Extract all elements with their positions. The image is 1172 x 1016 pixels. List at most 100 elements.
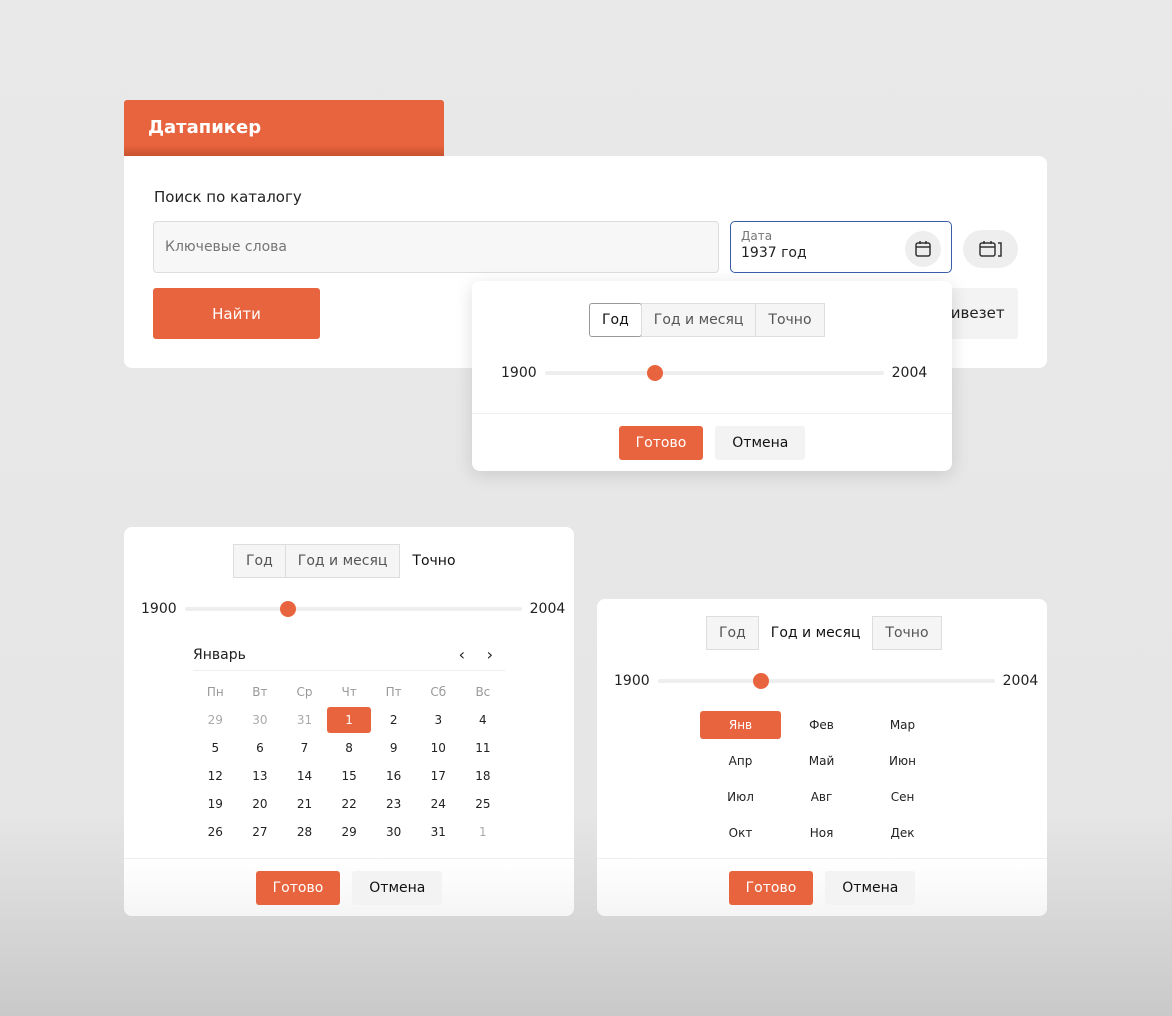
mode-switch: Год Год и месяц Точно [589,303,825,337]
month-option[interactable]: Фев [781,711,862,739]
mode-switch: Год Год и месяц Точно [233,544,469,578]
weekday-label: Пн [206,685,224,699]
mode-tab[interactable]: Год и месяц [284,544,401,578]
mode-tab[interactable]: Точно [872,616,942,650]
calendar-day[interactable]: 4 [461,706,506,734]
mode-tab[interactable]: Точно [755,303,825,337]
calendar-day[interactable]: 29 [193,706,238,734]
month-option[interactable]: Мар [862,711,943,739]
month-option[interactable]: Ноя [781,819,862,847]
month-option[interactable]: Июл [700,783,781,811]
calendar-range-icon[interactable] [963,230,1018,268]
slider-track[interactable] [184,601,522,617]
month-picker: Год Год и месяц Точно 1900 2004 Янв Фев Мар А… [597,599,1047,916]
search-label: Поиск по каталогу [154,188,302,206]
year-picker-popover: Год Год и месяц Точно 1900 2004 Готово Отме… [472,281,952,471]
calendar-day[interactable]: 18 [461,762,506,790]
slider-thumb[interactable] [647,365,664,381]
calendar-day[interactable]: 10 [416,734,461,762]
calendar-day[interactable]: 11 [461,734,506,762]
calendar-day[interactable]: 22 [327,790,372,818]
calendar-day[interactable]: 30 [371,818,416,846]
calendar-day[interactable]: 7 [282,734,327,762]
done-button[interactable]: Готово [618,425,704,460]
month-option[interactable]: Сен [862,783,943,811]
cancel-button[interactable]: Отмена [825,870,916,905]
weekday-label: Пт [385,685,402,699]
month-option[interactable]: Май [781,747,862,775]
calendar-day[interactable]: 15 [327,762,372,790]
calendar-day[interactable]: 20 [238,790,283,818]
slider-track[interactable] [657,673,995,689]
month-option[interactable]: Авг [781,783,862,811]
calendar-day[interactable]: 12 [193,762,238,790]
calendar-day[interactable]: 24 [416,790,461,818]
weekday-label: Сб [430,685,447,699]
calendar-day[interactable]: 25 [461,790,506,818]
mode-tab[interactable]: Год [589,303,642,337]
page-title: Датапикер [124,100,444,156]
cancel-button[interactable]: Отмена [715,425,806,460]
calendar-day[interactable]: 19 [193,790,238,818]
month-option[interactable]: Июн [862,747,943,775]
calendar-day[interactable]: 8 [327,734,372,762]
weekday-label: Вс [475,685,491,699]
calendar-day[interactable]: 13 [238,762,283,790]
mode-tab[interactable]: Год [706,616,759,650]
range-max: 2004 [1002,673,1039,689]
find-button[interactable]: Найти [153,288,320,339]
calendar-day[interactable]: 28 [282,818,327,846]
range-min: 1900 [141,601,177,617]
mode-tab[interactable]: Год [233,544,286,578]
month-option[interactable]: Дек [862,819,943,847]
calendar-day[interactable]: 26 [193,818,238,846]
calendar-day[interactable]: 23 [371,790,416,818]
exact-date-picker: Год Год и месяц Точно 1900 2004 Январь ‹ ›… [124,527,574,916]
done-button[interactable]: Готово [255,870,341,905]
done-button[interactable]: Готово [728,870,814,905]
month-header: Январь ‹ › [193,645,505,671]
year-slider[interactable]: 1900 2004 [614,673,1038,689]
calendar-day[interactable]: 30 [238,706,283,734]
mode-tab[interactable]: Год и месяц [758,616,874,650]
mode-tab[interactable]: Год и месяц [640,303,757,337]
range-min: 1900 [501,365,537,381]
calendar-day[interactable]: 27 [238,818,283,846]
slider-thumb[interactable] [753,673,770,689]
chevron-right-icon[interactable]: › [487,645,493,664]
month-option[interactable]: Янв [700,711,781,739]
keywords-input[interactable] [153,221,719,273]
calendar-day[interactable]: 6 [238,734,283,762]
month-grid: Янв Фев Мар Апр Май Июн Июл Авг Сен Окт Ноя Дек [700,711,943,847]
calendar-day[interactable]: 29 [327,818,372,846]
calendar-day[interactable]: 2 [371,706,416,734]
range-min: 1900 [614,673,650,689]
month-label: Январь [193,647,246,663]
month-option[interactable]: Апр [700,747,781,775]
calendar-day[interactable]: 14 [282,762,327,790]
weekday-label: Вт [252,685,268,699]
date-field[interactable]: Дата 1937 год [730,221,952,273]
calendar-day[interactable]: 17 [416,762,461,790]
calendar-icon[interactable] [905,231,941,267]
slider-thumb[interactable] [280,601,297,617]
range-max: 2004 [891,365,928,381]
cancel-button[interactable]: Отмена [352,870,443,905]
calendar-day[interactable]: 31 [282,706,327,734]
calendar-day[interactable]: 3 [416,706,461,734]
chevron-left-icon[interactable]: ‹ [459,645,465,664]
calendar-day[interactable]: 16 [371,762,416,790]
year-slider[interactable]: 1900 2004 [501,365,927,381]
mode-switch: Год Год и месяц Точно [706,616,942,650]
weekday-label: Ср [296,685,313,699]
calendar-day[interactable]: 21 [282,790,327,818]
month-option[interactable]: Окт [700,819,781,847]
mode-tab[interactable]: Точно [399,544,468,578]
calendar-day[interactable]: 9 [371,734,416,762]
calendar-day[interactable]: 5 [193,734,238,762]
slider-track[interactable] [544,365,884,381]
calendar-day[interactable]: 1 [461,818,506,846]
year-slider[interactable]: 1900 2004 [141,601,565,617]
calendar-day[interactable]: 1 [327,706,372,734]
calendar-day[interactable]: 31 [416,818,461,846]
